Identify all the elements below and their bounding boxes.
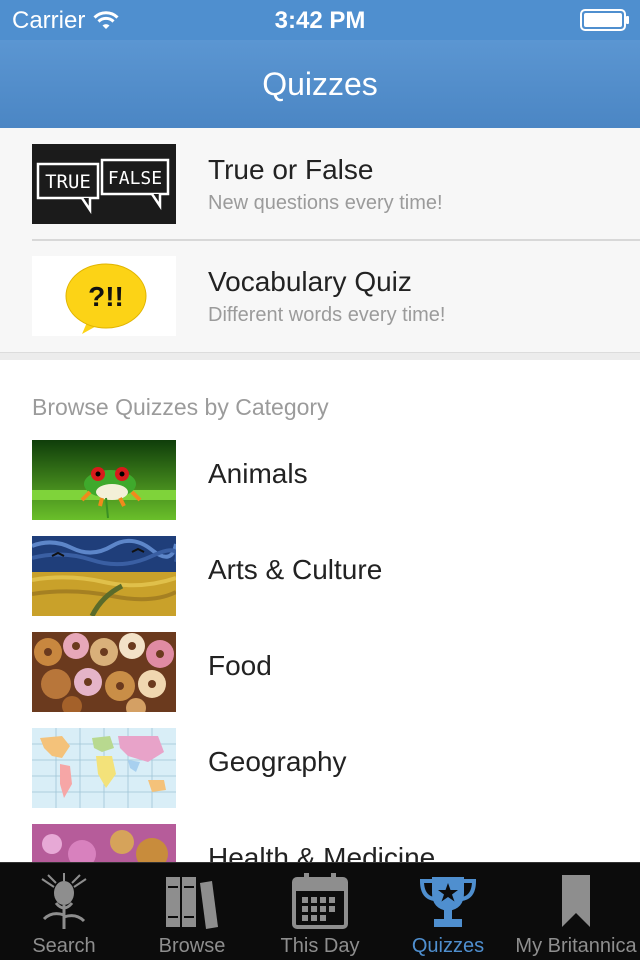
thumb-vocab-text: ?!!: [88, 281, 124, 312]
quiz-vocabulary[interactable]: ?!! Vocabulary Quiz Different words ever…: [0, 240, 640, 352]
quiz-true-or-false[interactable]: TRUE FALSE True or False New questions e…: [0, 128, 640, 241]
battery-icon: [580, 9, 629, 31]
tab-bar: Search Browse This Day Quizzes My Britan…: [0, 862, 640, 960]
category-arts-culture[interactable]: Arts & Culture: [0, 528, 640, 624]
true-false-speech-bubbles-icon: TRUE FALSE: [32, 144, 176, 224]
wheatfield-painting-image: [32, 536, 176, 616]
category-label: Geography: [208, 746, 347, 777]
vocabulary-thumbnail: ?!!: [32, 256, 176, 336]
section-header: Browse Quizzes by Category: [32, 394, 329, 420]
quiz-subtitle: Different words every time!: [208, 304, 446, 326]
quiz-title: Vocabulary Quiz: [208, 266, 412, 297]
status-bar: Carrier 3:42 PM: [0, 0, 640, 40]
thistle-icon: [41, 873, 87, 929]
tab-label: This Day: [280, 935, 360, 957]
tab-label: Browse: [158, 935, 226, 957]
calendar-icon: [292, 873, 348, 929]
true-false-thumbnail: TRUE FALSE: [32, 144, 176, 224]
tab-my-britannica[interactable]: My Britannica: [512, 863, 640, 960]
animals-thumbnail: [32, 440, 176, 520]
thumb-true-text: TRUE: [45, 171, 91, 193]
geography-thumbnail: [32, 728, 176, 808]
tab-label: My Britannica: [515, 935, 637, 957]
bookmark-icon: [562, 875, 590, 927]
category-label: Food: [208, 650, 272, 681]
category-label: Arts & Culture: [208, 554, 383, 585]
category-geography[interactable]: Geography: [0, 720, 640, 816]
arts-culture-thumbnail: [32, 536, 176, 616]
quiz-title: True or False: [208, 154, 374, 185]
category-animals[interactable]: Animals: [0, 432, 640, 528]
tab-label: Quizzes: [411, 935, 485, 957]
quiz-subtitle: New questions every time!: [208, 192, 443, 214]
tab-quizzes[interactable]: Quizzes: [384, 863, 512, 960]
tab-search[interactable]: Search: [0, 863, 128, 960]
donuts-image: [32, 632, 176, 712]
world-map-image: [32, 728, 176, 808]
trophy-icon: [419, 877, 477, 927]
question-exclamation-bubble-icon: ?!!: [32, 256, 176, 336]
frog-image: [32, 440, 176, 520]
category-food[interactable]: Food: [0, 624, 640, 720]
status-time: 3:42 PM: [274, 7, 366, 34]
thumb-false-text: FALSE: [108, 168, 162, 189]
featured-quizzes: TRUE FALSE True or False New questions e…: [0, 128, 640, 354]
tab-this-day[interactable]: This Day: [256, 863, 384, 960]
tab-browse[interactable]: Browse: [128, 863, 256, 960]
food-thumbnail: [32, 632, 176, 712]
page-title: Quizzes: [262, 66, 378, 102]
books-icon: [166, 877, 218, 929]
category-label: Animals: [208, 458, 308, 489]
section-separator: [0, 352, 640, 360]
navigation-bar: Quizzes: [0, 40, 640, 128]
tab-label: Search: [32, 935, 96, 957]
